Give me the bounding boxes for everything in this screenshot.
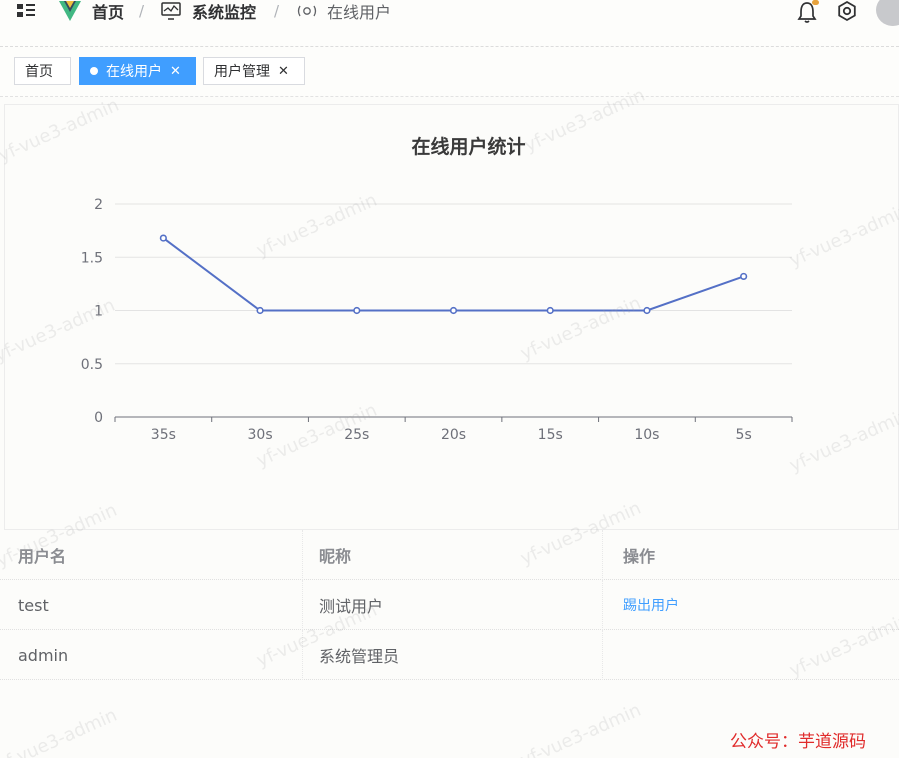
data-point [546, 306, 554, 315]
chart-title: 在线用户统计 [411, 135, 525, 158]
tab-home[interactable]: 首页 [14, 57, 71, 85]
avatar[interactable] [876, 0, 899, 26]
nickname-cell: 系统管理员 [303, 630, 603, 680]
breadcrumb-home[interactable]: 首页 [92, 0, 124, 22]
tab-online-users[interactable]: 在线用户 ✕ [79, 57, 196, 85]
notification-badge [812, 0, 819, 5]
y-tick-label: 1.5 [81, 250, 103, 266]
kick-user-link[interactable]: 踢出用户 [623, 595, 679, 615]
breadcrumb-separator: / [139, 2, 145, 20]
tab-label: 首页 [25, 64, 53, 80]
table-header-row: 用户名 昵称 操作 [0, 530, 899, 580]
column-header-nickname: 昵称 [303, 530, 603, 580]
online-users-line-chart: 在线用户统计 0 0.5 1 1.5 2 35s 30s 25s 20s 15s 10s 5s [81, 135, 793, 443]
breadcrumb-current: 在线用户 [327, 3, 392, 22]
footer-credit: 公众号：芋道源码 [730, 732, 866, 752]
y-tick-label: 1 [94, 304, 103, 320]
vue-logo-icon [59, 1, 81, 21]
tab-label: 在线用户 [106, 64, 162, 80]
column-header-actions: 操作 [623, 547, 656, 566]
x-tick-label: 10s [634, 427, 659, 443]
watermark: yf-vue3-admin [0, 704, 121, 758]
online-signal-icon [297, 5, 317, 17]
x-tick-label: 35s [151, 427, 176, 443]
breadcrumb-monitor[interactable]: 系统监控 [192, 0, 256, 22]
monitor-icon [161, 2, 181, 20]
close-icon[interactable]: ✕ [170, 65, 181, 78]
data-point [449, 306, 458, 315]
data-point [159, 234, 167, 242]
tags-view-bar: 首页 在线用户 ✕ 用户管理 ✕ [0, 47, 899, 97]
breadcrumb-separator: / [274, 2, 280, 20]
settings-gear-icon[interactable] [836, 0, 858, 22]
y-tick-label: 0.5 [81, 357, 103, 373]
nickname-cell: 测试用户 [303, 580, 603, 630]
data-point [643, 306, 651, 315]
chart-card: 在线用户统计 0 0.5 1 1.5 2 35s 30s 25s 20s 15s 10s 5s [4, 104, 899, 530]
tab-label: 用户管理 [214, 64, 270, 80]
y-tick-label: 0 [94, 410, 103, 426]
x-tick-label: 30s [248, 427, 273, 443]
active-dot [90, 67, 98, 75]
table-row: test 测试用户 踢出用户 [0, 580, 899, 630]
username-cell: admin [0, 630, 303, 680]
series-line [162, 237, 744, 312]
data-point [353, 306, 361, 315]
tab-user-management[interactable]: 用户管理 ✕ [203, 57, 305, 85]
y-tick-label: 2 [94, 197, 103, 213]
table-row: admin 系统管理员 [0, 630, 899, 680]
top-header: 首页 / 系统监控 / 在线用户 [0, 0, 899, 47]
close-icon[interactable]: ✕ [278, 65, 289, 78]
menu-toggle-icon[interactable] [16, 2, 36, 20]
x-tick-label: 20s [441, 427, 466, 443]
column-header-username: 用户名 [0, 530, 303, 580]
x-tick-label: 5s [736, 427, 752, 443]
online-users-table: 用户名 昵称 操作 test 测试用户 踢出用户 admin 系统管理员 [0, 530, 899, 680]
action-cell [603, 630, 899, 680]
x-tick-label: 25s [344, 427, 369, 443]
data-point [256, 306, 264, 315]
watermark: yf-vue3-admin [517, 699, 645, 758]
action-cell: 踢出用户 [603, 580, 899, 630]
data-point [740, 272, 748, 281]
x-tick-label: 15s [538, 427, 563, 443]
username-cell: test [0, 580, 303, 630]
